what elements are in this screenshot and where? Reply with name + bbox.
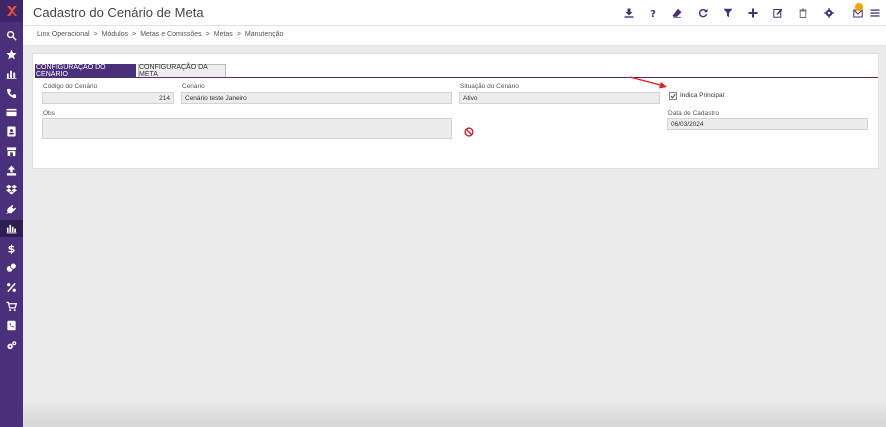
breadcrumb-item[interactable]: Linx Operacional: [37, 31, 90, 38]
search-icon[interactable]: [0, 27, 23, 44]
codigo-label: Código do Cenário: [43, 83, 98, 90]
cenario-field[interactable]: Cenário teste Janeiro: [181, 92, 452, 104]
app-logo[interactable]: [0, 0, 23, 22]
cart-icon[interactable]: [0, 298, 23, 315]
sidebar: $: [0, 0, 23, 427]
add-icon[interactable]: [747, 7, 759, 19]
toolbar: ?: [23, 0, 886, 26]
dollar-icon[interactable]: $: [0, 240, 23, 257]
filter-icon[interactable]: [722, 7, 734, 19]
breadcrumb-bar: Linx Operacional > Módulos > Metas e Comissõ…: [23, 26, 886, 46]
breadcrumb-separator: >: [93, 31, 98, 38]
plug-icon[interactable]: [0, 201, 23, 218]
data-cadastro-field[interactable]: 06/03/2024: [667, 118, 868, 130]
eraser-icon[interactable]: [671, 7, 683, 19]
settings-gear-icon[interactable]: [823, 7, 835, 19]
bottom-shade: [23, 398, 886, 427]
edit-icon[interactable]: [772, 7, 784, 19]
star-icon[interactable]: [0, 46, 23, 63]
refresh-icon[interactable]: [697, 7, 709, 19]
tab-configuracao-cenario[interactable]: CONFIGURAÇÃO DO CENÁRIO: [35, 64, 136, 78]
bar-chart-icon[interactable]: [0, 65, 23, 82]
obs-label: Obs: [43, 110, 55, 117]
dashboard-chart-icon[interactable]: [0, 220, 23, 237]
situacao-field[interactable]: Ativo: [459, 92, 660, 104]
breadcrumb-item[interactable]: Módulos: [102, 31, 128, 38]
breadcrumb-separator: >: [236, 31, 241, 38]
store-icon[interactable]: [0, 143, 23, 160]
forbidden-icon: [464, 127, 474, 137]
codigo-field[interactable]: 214: [42, 92, 174, 104]
header-bar: Cadastro do Cenário de Meta ?: [23, 0, 886, 26]
upload-icon[interactable]: [0, 162, 23, 179]
logo-icon: [6, 6, 17, 16]
phone-icon[interactable]: [0, 85, 23, 102]
check-icon: [670, 93, 676, 99]
indica-principal-label: Indica Principal: [680, 92, 725, 99]
breadcrumb-item[interactable]: Manutenção: [245, 31, 284, 38]
percent-icon[interactable]: [0, 279, 23, 296]
situacao-label: Situação do Cenário: [460, 83, 519, 90]
tab-underline: [35, 77, 878, 78]
cenario-label: Cenário: [182, 83, 205, 90]
svg-text:?: ?: [650, 9, 656, 18]
download-icon[interactable]: [623, 7, 635, 19]
contact-card-icon[interactable]: [0, 123, 23, 140]
menu-icon[interactable]: [869, 7, 881, 19]
annotation-arrow-icon: [629, 76, 667, 89]
breadcrumb-separator: >: [205, 31, 210, 38]
breadcrumb-item[interactable]: Metas e Comissões: [140, 31, 201, 38]
phone-book-icon[interactable]: [0, 317, 23, 334]
help-icon[interactable]: ?: [647, 7, 659, 19]
tab-configuracao-meta[interactable]: CONFIGURAÇÃO DA META: [138, 64, 226, 78]
dropbox-icon[interactable]: [0, 181, 23, 198]
indica-principal-checkbox[interactable]: [669, 92, 677, 100]
obs-textarea[interactable]: [42, 118, 452, 139]
coins-icon[interactable]: [0, 259, 23, 276]
notification-badge: [855, 3, 863, 11]
trash-icon[interactable]: [797, 7, 809, 19]
breadcrumb-separator: >: [132, 31, 137, 38]
svg-text:$: $: [8, 243, 16, 254]
credit-card-icon[interactable]: [0, 104, 23, 121]
form-panel: CONFIGURAÇÃO DO CENÁRIO CONFIGURAÇÃO DA …: [32, 53, 879, 169]
gears-icon[interactable]: [0, 337, 23, 354]
breadcrumb-item[interactable]: Metas: [214, 31, 233, 38]
breadcrumb: Linx Operacional > Módulos > Metas e Comissõ…: [37, 31, 283, 38]
data-cadastro-label: Data de Cadastro: [668, 110, 719, 117]
